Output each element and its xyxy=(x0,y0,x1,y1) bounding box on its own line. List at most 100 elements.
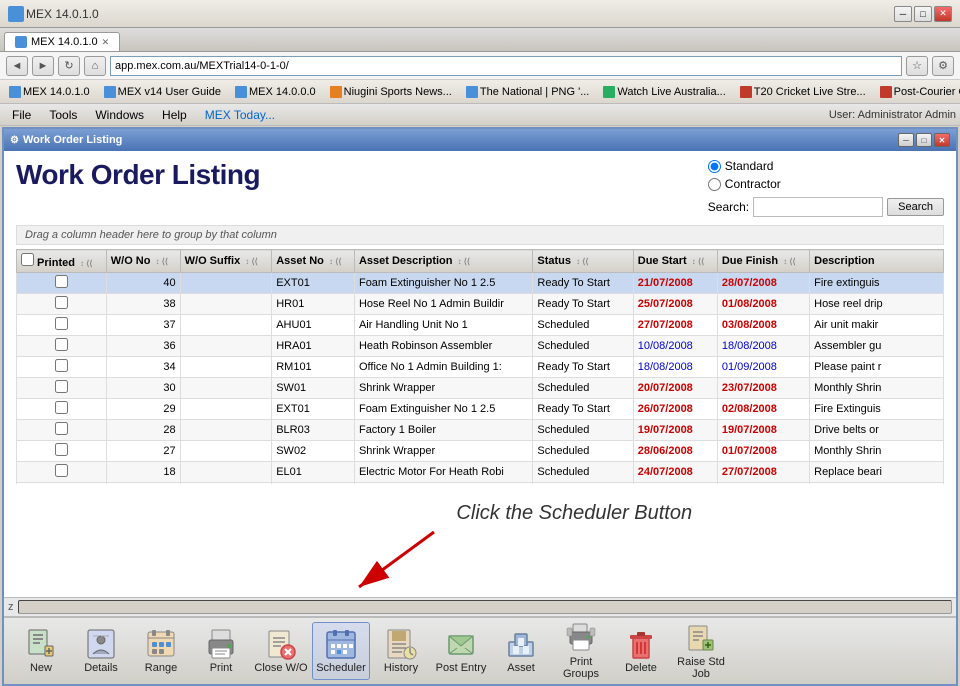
cell-assetno: HR01 xyxy=(272,294,355,315)
row-checkbox[interactable] xyxy=(55,296,68,309)
cell-assetno: SW01 xyxy=(272,378,355,399)
bookmark-watch[interactable]: Watch Live Australia... xyxy=(598,84,730,100)
bookmark-national[interactable]: The National | PNG '... xyxy=(461,84,595,100)
table-row[interactable]: 30 SW01 Shrink Wrapper Scheduled 20/07/2… xyxy=(17,378,944,399)
col-header-printed[interactable]: Printed ↕ ⟨⟨ xyxy=(17,250,107,273)
cell-duestart: 19/07/2008 xyxy=(633,483,717,485)
row-checkbox[interactable] xyxy=(55,380,68,393)
maximize-button[interactable]: □ xyxy=(914,6,932,22)
col-header-suffix[interactable]: W/O Suffix ↕ ⟨⟨ xyxy=(180,250,272,273)
menu-help[interactable]: Help xyxy=(154,106,195,124)
bookmark-niugini[interactable]: Niugini Sports News... xyxy=(325,84,457,100)
scheduler-button[interactable]: Scheduler xyxy=(312,622,370,680)
cell-assetdesc: Heath Robinson Assembler xyxy=(354,483,532,485)
table-row[interactable]: 34 RM101 Office No 1 Admin Building 1: R… xyxy=(17,357,944,378)
table-row[interactable]: 40 EXT01 Foam Extinguisher No 1 2.5 Read… xyxy=(17,273,944,294)
delete-button[interactable]: Delete xyxy=(612,622,670,680)
home-button[interactable]: ⌂ xyxy=(84,56,106,76)
win-restore-btn[interactable]: □ xyxy=(916,133,932,147)
col-header-duestart[interactable]: Due Start ↕ ⟨⟨ xyxy=(633,250,717,273)
col-header-assetno[interactable]: Asset No ↕ ⟨⟨ xyxy=(272,250,355,273)
win-close-btn[interactable]: ✕ xyxy=(934,133,950,147)
cell-status: Ready To Start xyxy=(533,357,633,378)
cell-status: Ready To Start xyxy=(533,483,633,485)
bookmark-mex1400[interactable]: MEX 14.0.0.0 xyxy=(230,84,321,100)
table-row[interactable]: 38 HR01 Hose Reel No 1 Admin Buildir Rea… xyxy=(17,294,944,315)
app-container: ⚙ Work Order Listing ─ □ ✕ Work Order Li… xyxy=(2,127,958,686)
table-row[interactable]: 36 HRA01 Heath Robinson Assembler Schedu… xyxy=(17,336,944,357)
browser-titlebar: MEX 14.0.1.0 ─ □ ✕ xyxy=(0,0,960,28)
table-row[interactable]: 29 EXT01 Foam Extinguisher No 1 2.5 Read… xyxy=(17,399,944,420)
refresh-button[interactable]: ↻ xyxy=(58,56,80,76)
close-wo-icon xyxy=(265,628,297,660)
address-input[interactable] xyxy=(110,56,902,76)
cell-duestart: 19/07/2008 xyxy=(633,420,717,441)
cell-assetno: EXT01 xyxy=(272,273,355,294)
forward-button[interactable]: ► xyxy=(32,56,54,76)
table-row[interactable]: 18 EL01 Electric Motor For Heath Robi Sc… xyxy=(17,462,944,483)
bookmark-mex14[interactable]: MEX 14.0.1.0 xyxy=(4,84,95,100)
menu-mextoday[interactable]: MEX Today... xyxy=(197,106,283,124)
row-checkbox[interactable] xyxy=(55,443,68,456)
row-checkbox[interactable] xyxy=(55,338,68,351)
print-groups-button[interactable]: Print Groups xyxy=(552,622,610,680)
table-row[interactable]: 37 AHU01 Air Handling Unit No 1 Schedule… xyxy=(17,315,944,336)
cell-description: Drive belts or xyxy=(810,420,944,441)
range-button[interactable]: Range xyxy=(132,622,190,680)
row-checkbox[interactable] xyxy=(55,275,68,288)
win-minimize-btn[interactable]: ─ xyxy=(898,133,914,147)
row-checkbox[interactable] xyxy=(55,464,68,477)
bookmark-postcourier[interactable]: Post-Courier Online xyxy=(875,84,960,100)
horizontal-scrollbar[interactable] xyxy=(18,600,953,614)
cell-description: Monthly Shrin xyxy=(810,378,944,399)
col-header-assetdesc[interactable]: Asset Description ↕ ⟨⟨ xyxy=(354,250,532,273)
radio-standard[interactable]: Standard xyxy=(708,159,944,173)
print-button[interactable]: Print xyxy=(192,622,250,680)
radio-contractor[interactable]: Contractor xyxy=(708,177,944,191)
search-button[interactable]: Search xyxy=(887,198,944,216)
work-order-table: Printed ↕ ⟨⟨ W/O No ↕ ⟨⟨ W/O Suffix ↕ ⟨⟨… xyxy=(16,249,944,484)
col-header-wono[interactable]: W/O No ↕ ⟨⟨ xyxy=(106,250,180,273)
menu-windows[interactable]: Windows xyxy=(87,106,152,124)
col-header-status[interactable]: Status ↕ ⟨⟨ xyxy=(533,250,633,273)
search-input[interactable] xyxy=(753,197,883,217)
new-button[interactable]: New xyxy=(12,622,70,680)
asset-button[interactable]: Asset xyxy=(492,622,550,680)
close-wo-button[interactable]: Close W/O xyxy=(252,622,310,680)
row-checkbox[interactable] xyxy=(55,359,68,372)
post-entry-button[interactable]: Post Entry xyxy=(432,622,490,680)
history-button[interactable]: History xyxy=(372,622,430,680)
details-icon xyxy=(85,628,117,660)
raise-std-job-button[interactable]: Raise Std Job xyxy=(672,622,730,680)
col-header-duefinish[interactable]: Due Finish ↕ ⟨⟨ xyxy=(717,250,809,273)
tab-close-icon[interactable]: ✕ xyxy=(102,37,110,48)
select-all-checkbox[interactable] xyxy=(21,253,34,266)
cell-assetdesc: Electric Motor For Heath Robi xyxy=(354,462,532,483)
cell-printed xyxy=(17,294,107,315)
bookmark-t20[interactable]: T20 Cricket Live Stre... xyxy=(735,84,871,100)
close-button[interactable]: ✕ xyxy=(934,6,952,22)
col-header-desc[interactable]: Description xyxy=(810,250,944,273)
row-checkbox[interactable] xyxy=(55,317,68,330)
browser-tab-mex[interactable]: MEX 14.0.1.0 ✕ xyxy=(4,32,120,51)
menu-file[interactable]: File xyxy=(4,106,39,124)
cell-printed xyxy=(17,483,107,485)
cell-suffix xyxy=(180,273,272,294)
menu-tools[interactable]: Tools xyxy=(41,106,85,124)
cell-printed xyxy=(17,399,107,420)
table-row[interactable]: 11 HRA01 Heath Robinson Assembler Ready … xyxy=(17,483,944,485)
bookmark-userguide[interactable]: MEX v14 User Guide xyxy=(99,84,226,100)
table-row[interactable]: 28 BLR03 Factory 1 Boiler Scheduled 19/0… xyxy=(17,420,944,441)
minimize-button[interactable]: ─ xyxy=(894,6,912,22)
back-button[interactable]: ◄ xyxy=(6,56,28,76)
tools-icon[interactable]: ⚙ xyxy=(932,56,954,76)
row-checkbox[interactable] xyxy=(55,401,68,414)
cell-description: Fire extinguis xyxy=(810,273,944,294)
tab-label: MEX 14.0.1.0 xyxy=(31,36,98,48)
row-checkbox[interactable] xyxy=(55,422,68,435)
cell-duefinish: 19/07/2008 xyxy=(717,420,809,441)
details-button[interactable]: Details xyxy=(72,622,130,680)
table-row[interactable]: 27 SW02 Shrink Wrapper Scheduled 28/06/2… xyxy=(17,441,944,462)
star-icon[interactable]: ☆ xyxy=(906,56,928,76)
cell-duestart: 28/06/2008 xyxy=(633,441,717,462)
